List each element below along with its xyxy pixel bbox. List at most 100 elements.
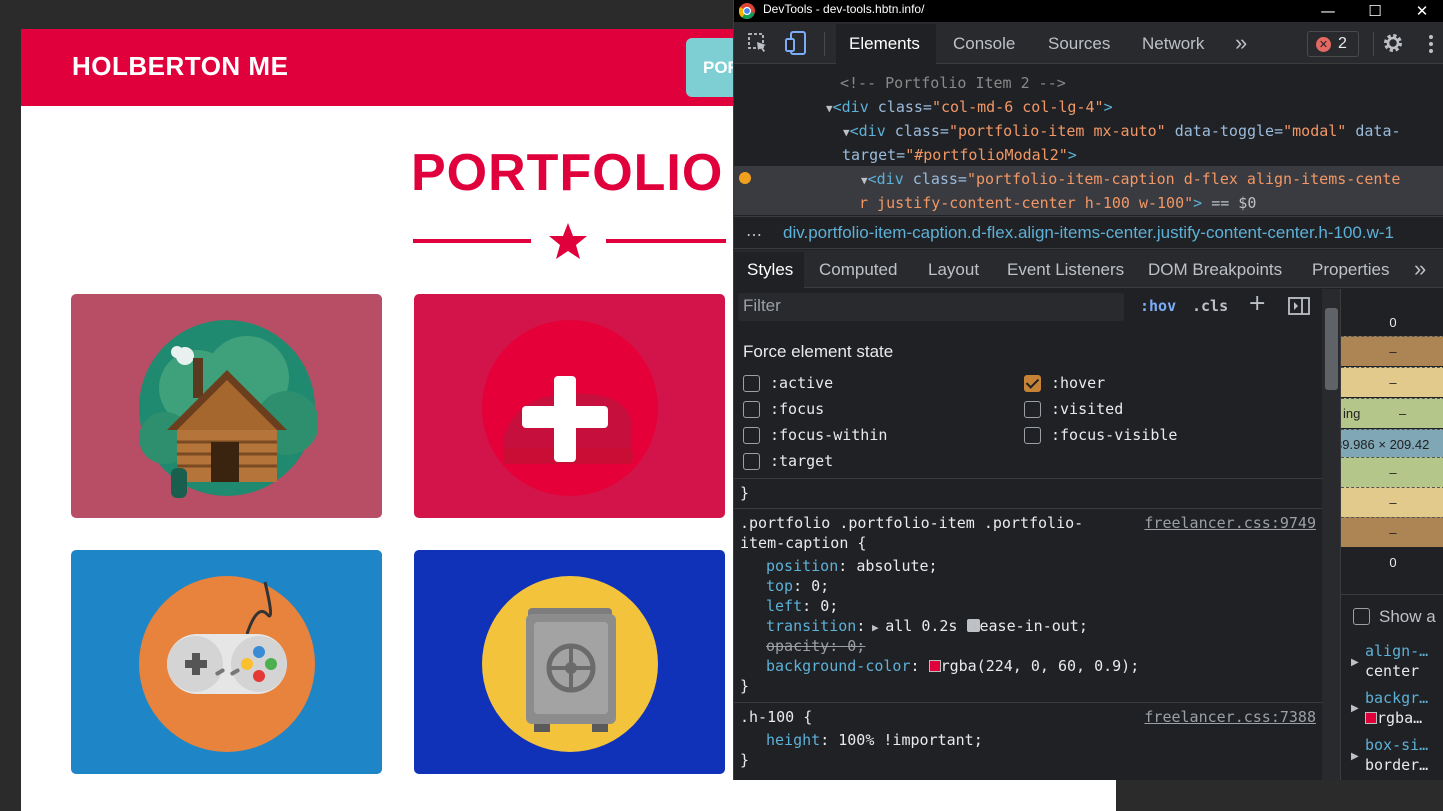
dom-node-portfolio-item[interactable]: ▼<div class="portfolio-item mx-auto" dat… — [843, 119, 1401, 145]
rule1-selector-2[interactable]: item-caption { — [740, 533, 866, 553]
computed-background[interactable]: backgr… rgba… — [1365, 688, 1428, 728]
expand-triangle-icon[interactable]: ▶ — [865, 621, 885, 634]
chrome-icon — [739, 3, 755, 19]
checkbox-focus-within[interactable] — [743, 427, 760, 444]
tab-dom-breakpoints[interactable]: DOM Breakpoints — [1148, 260, 1282, 280]
computed-box-sizing[interactable]: box-si… border… — [1365, 735, 1428, 775]
checkbox-active[interactable] — [743, 375, 760, 392]
border-bottom-row[interactable]: – — [1341, 487, 1443, 517]
padding-bottom-row[interactable]: – — [1341, 457, 1443, 487]
margin-bottom-value[interactable]: 0 — [1341, 555, 1443, 570]
expand-triangle-icon[interactable]: ▶ — [1351, 703, 1359, 714]
checkbox-focus[interactable] — [743, 401, 760, 418]
checkbox-visited[interactable] — [1024, 401, 1041, 418]
margin-bottom-row[interactable]: – — [1341, 517, 1443, 547]
expand-triangle-icon[interactable]: ▶ — [1351, 657, 1359, 668]
maximize-button[interactable]: ☐ — [1355, 0, 1395, 22]
breadcrumb[interactable]: div.portfolio-item-caption.d-flex.align-… — [783, 223, 1394, 243]
toolbar-divider — [824, 32, 825, 56]
margin-top-value[interactable]: 0 — [1341, 315, 1443, 330]
checkbox-target[interactable] — [743, 453, 760, 470]
css-rule-portfolio-caption: .portfolio .portfolio-item .portfolio- f… — [734, 513, 1322, 703]
dom-node-col[interactable]: ▼<div class="col-md-6 col-lg-4"> — [826, 95, 1113, 121]
dom-comment: <!-- Portfolio Item 2 --> — [840, 74, 1066, 92]
cake-plus-icon — [482, 320, 658, 496]
padding-top-row[interactable]: – — [1341, 367, 1443, 397]
easing-editor-icon[interactable] — [966, 619, 980, 632]
rule1-prop-position[interactable]: position: absolute; — [766, 556, 938, 576]
color-swatch[interactable] — [1365, 712, 1377, 724]
rule2-prop-height[interactable]: height: 100% !important; — [766, 730, 983, 750]
rule2-close: } — [740, 751, 750, 769]
sidebar-toggle-icon[interactable] — [1288, 297, 1310, 315]
tab-properties[interactable]: Properties — [1312, 260, 1389, 280]
tab-network[interactable]: Network — [1142, 34, 1204, 54]
tab-sources[interactable]: Sources — [1048, 34, 1110, 54]
minimize-button[interactable]: — — [1308, 0, 1348, 22]
rule1-selector-1[interactable]: .portfolio .portfolio-item .portfolio- — [740, 513, 1083, 533]
more-subtabs-button[interactable]: » — [1414, 256, 1426, 282]
box-model-pane: 0 – – ing – 39.986 × 209.42 – – – 0 Show … — [1340, 289, 1443, 780]
tab-styles[interactable]: Styles — [747, 260, 793, 280]
rule-separator — [734, 702, 1322, 703]
devtools-main-tabs: Elements Console Sources Network » ✕ 2 — [734, 22, 1443, 64]
expand-arrow-icon[interactable]: ▼ — [843, 126, 850, 139]
divider-line-left — [413, 239, 531, 243]
checkbox-focus-visible[interactable] — [1024, 427, 1041, 444]
tab-layout[interactable]: Layout — [928, 260, 979, 280]
star-icon — [549, 223, 587, 259]
hover-state-dot — [739, 172, 751, 184]
dom-node-caption-selected[interactable]: ▼<div class="portfolio-item-caption d-fl… — [861, 167, 1400, 193]
portfolio-item-cabin[interactable] — [71, 294, 382, 518]
computed-align-items[interactable]: align-… center — [1365, 641, 1428, 681]
error-badge[interactable]: ✕ 2 — [1307, 31, 1359, 57]
tab-console[interactable]: Console — [953, 34, 1015, 54]
tab-computed[interactable]: Computed — [819, 260, 897, 280]
breadcrumb-bar: … div.portfolio-item-caption.d-flex.alig… — [734, 216, 1443, 249]
tab-elements[interactable]: Elements — [849, 34, 920, 54]
device-toolbar-icon[interactable] — [784, 30, 808, 56]
previous-rule-close: } — [740, 484, 750, 502]
styles-subtabs: Styles Computed Layout Event Listeners D… — [734, 250, 1443, 288]
breadcrumb-more-button[interactable]: … — [746, 221, 762, 240]
cls-button[interactable]: .cls — [1192, 297, 1228, 315]
rule1-prop-background-color[interactable]: background-color: rgba(224, 0, 60, 0.9); — [766, 656, 1139, 676]
rule2-selector[interactable]: .h-100 { — [740, 707, 812, 727]
checkbox-show-all[interactable] — [1353, 608, 1370, 625]
border-top-row[interactable]: – — [1341, 336, 1443, 366]
close-button[interactable]: ✕ — [1402, 0, 1442, 22]
rule1-prop-left[interactable]: left: 0; — [766, 596, 838, 616]
force-state-title: Force element state — [743, 342, 894, 361]
checkbox-hover[interactable] — [1024, 375, 1041, 392]
content-size-row[interactable]: 39.986 × 209.42 — [1341, 429, 1443, 459]
settings-gear-icon[interactable] — [1382, 32, 1404, 54]
rule1-prop-top[interactable]: top: 0; — [766, 576, 829, 596]
rule-separator — [734, 508, 1322, 509]
rule1-prop-opacity[interactable]: opacity: 0; — [766, 636, 865, 656]
new-style-rule-button[interactable]: + — [1248, 291, 1266, 316]
tab-event-listeners[interactable]: Event Listeners — [1007, 260, 1124, 280]
expand-arrow-icon[interactable]: ▼ — [861, 174, 868, 187]
rule2-source-link[interactable]: freelancer.css:7388 — [1144, 707, 1316, 727]
brand-logo-link[interactable]: HOLBERTON ME — [72, 51, 288, 82]
padding-row[interactable]: ing – — [1341, 398, 1443, 428]
css-rule-h-100: .h-100 { freelancer.css:7388 height: 100… — [734, 707, 1322, 777]
hov-button[interactable]: :hov — [1140, 297, 1176, 315]
safe-icon — [482, 576, 658, 752]
portfolio-item-safe[interactable] — [414, 550, 725, 774]
portfolio-item-cake[interactable] — [414, 294, 725, 518]
cabin-icon — [139, 320, 317, 498]
expand-triangle-icon[interactable]: ▶ — [1351, 751, 1359, 762]
rule1-source-link[interactable]: freelancer.css:9749 — [1144, 513, 1316, 533]
portfolio-item-game[interactable] — [71, 550, 382, 774]
rule1-prop-transition[interactable]: transition: ▶ all 0.2s ease-in-out; — [766, 616, 1088, 638]
styles-scroll-thumb[interactable] — [1325, 308, 1338, 390]
styles-filter-input[interactable]: Filter — [738, 293, 1124, 321]
more-tabs-button[interactable]: » — [1235, 30, 1247, 56]
expand-arrow-icon[interactable]: ▼ — [826, 102, 833, 115]
section-title: PORTFOLIO — [411, 144, 724, 202]
inspect-element-icon[interactable] — [747, 32, 769, 54]
color-swatch[interactable] — [928, 660, 941, 672]
styles-pane: Filter :hov .cls + Force element state :… — [734, 289, 1322, 780]
kebab-menu-icon[interactable] — [1428, 34, 1434, 54]
